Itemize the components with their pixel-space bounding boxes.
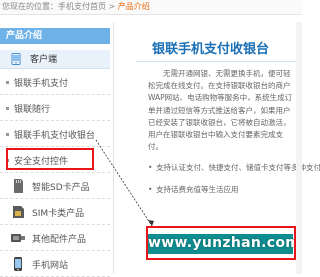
sidebar-category-label: 手机网站 (32, 261, 69, 271)
sd-card-icon (14, 179, 23, 193)
highlight-box-cashier (6, 148, 94, 170)
main-content: 银联手机支付收银台 无需开通网银、无需更换手机，便可轻松完成在线支付。在支持银联… (124, 22, 320, 274)
sidebar-item-client-label: 客户端 (30, 55, 58, 65)
sidebar-category-sim-card[interactable]: SIM卡类产品 (0, 200, 110, 225)
sidebar-category-label: 其他配件产品 (32, 235, 87, 245)
sidebar-subitem-label: 银联手机支付收银台 (14, 131, 96, 141)
breadcrumb-current: 产品介绍 (117, 2, 150, 11)
breadcrumb-separator: > (106, 2, 118, 11)
sim-card-icon (13, 206, 24, 218)
feature-list: 支持认证支付、快捷支付、储值卡支付等多种支付方式 支持话费充值等生活应用 (148, 162, 320, 196)
sidebar-subitem-label: 银联手机支付 (14, 79, 69, 89)
sidebar-category-label: 智能SD卡产品 (32, 183, 90, 193)
sidebar-subitem-suixing[interactable]: 银联随行 (0, 96, 110, 121)
sidebar-category-sd-card[interactable]: 智能SD卡产品 (0, 174, 110, 199)
breadcrumb-prefix: 您现在的位置： (2, 2, 58, 11)
description-paragraph: 无需开通网银、无需更换手机，便可轻松完成在线支付。在支持银联收银台的商户WAP网… (148, 69, 293, 152)
phone-icon (10, 53, 22, 65)
sidebar-category-accessories[interactable]: 其他配件产品 (0, 226, 110, 251)
breadcrumb-link-home[interactable]: 手机支付首页 (58, 2, 106, 11)
sidebar-header: 产品介绍 (0, 28, 110, 44)
page-title: 银联手机支付收银台 (152, 42, 270, 57)
title-divider (136, 61, 296, 62)
bullet-dot (6, 107, 9, 110)
feature-item: 支持认证支付、快捷支付、储值卡支付等多种支付方式 (148, 162, 320, 174)
accessory-icon (11, 234, 25, 242)
mobile-site-icon (14, 257, 22, 271)
sidebar: 产品介绍 客户端 银联手机支付 银联随行 银联手机支付收银台 安全支付控件 智能… (0, 22, 114, 277)
scrollbar[interactable] (296, 22, 302, 274)
sidebar-category-mobile-site[interactable]: 手机网站 (0, 252, 110, 277)
sidebar-subitem-label: 银联随行 (14, 105, 51, 115)
sidebar-subitem-cashier[interactable]: 银联手机支付收银台 (0, 122, 110, 147)
sidebar-item-client[interactable]: 客户端 (0, 50, 110, 69)
breadcrumb: 您现在的位置：手机支付首页 > 产品介绍 (0, 0, 302, 15)
highlight-box-download (146, 226, 296, 260)
bullet-dot (6, 133, 9, 136)
feature-item: 支持话费充值等生活应用 (148, 184, 298, 196)
sidebar-category-label: SIM卡类产品 (32, 209, 85, 219)
bullet-dot (6, 81, 9, 84)
sidebar-subitem-mobile-pay[interactable]: 银联手机支付 (0, 70, 110, 95)
